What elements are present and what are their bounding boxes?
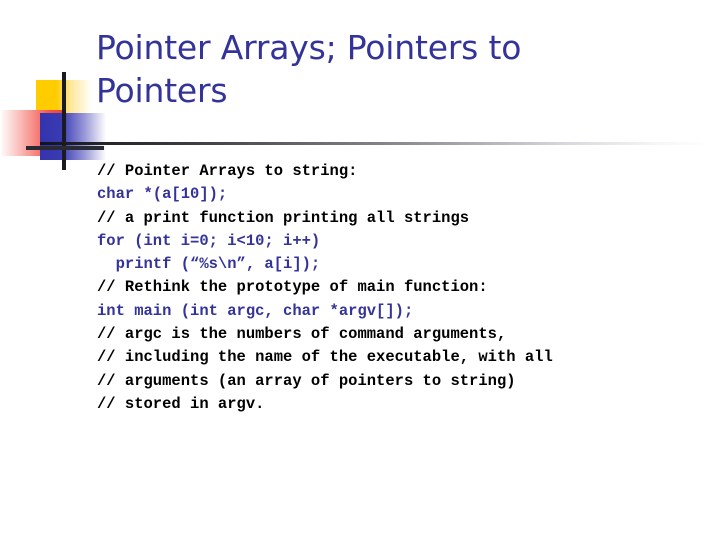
code-block: // Pointer Arrays to string: char *(a[10]… [97, 160, 707, 416]
code-line: // Pointer Arrays to string: [97, 162, 358, 180]
code-line: // argc is the numbers of command argume… [97, 325, 507, 344]
code-line: // stored in argv. [97, 394, 265, 413]
code-line: // arguments (an array of pointers to st… [97, 371, 516, 390]
code-line: // including the name of the executable,… [97, 348, 553, 367]
logo-yellow-square [36, 80, 92, 128]
title-divider [40, 142, 712, 145]
code-line: // a print function printing all strings [97, 208, 470, 227]
code-line: // Rethink the prototype of main functio… [97, 278, 488, 297]
logo-red-square [0, 110, 62, 156]
code-line: printf (“%s\n”, a[i]); [97, 255, 321, 274]
logo-horizontal-line [26, 146, 104, 150]
code-line: int main (int argc, char *argv[]); [97, 301, 414, 320]
slide-title: Pointer Arrays; Pointers to Pointers [96, 28, 522, 110]
logo-vertical-line [62, 72, 66, 170]
code-line: for (int i=0; i<10; i++) [97, 231, 321, 250]
code-line: char *(a[10]); [97, 185, 228, 204]
logo-blue-square [40, 113, 106, 160]
slide-canvas: Pointer Arrays; Pointers to Pointers // … [0, 0, 720, 540]
